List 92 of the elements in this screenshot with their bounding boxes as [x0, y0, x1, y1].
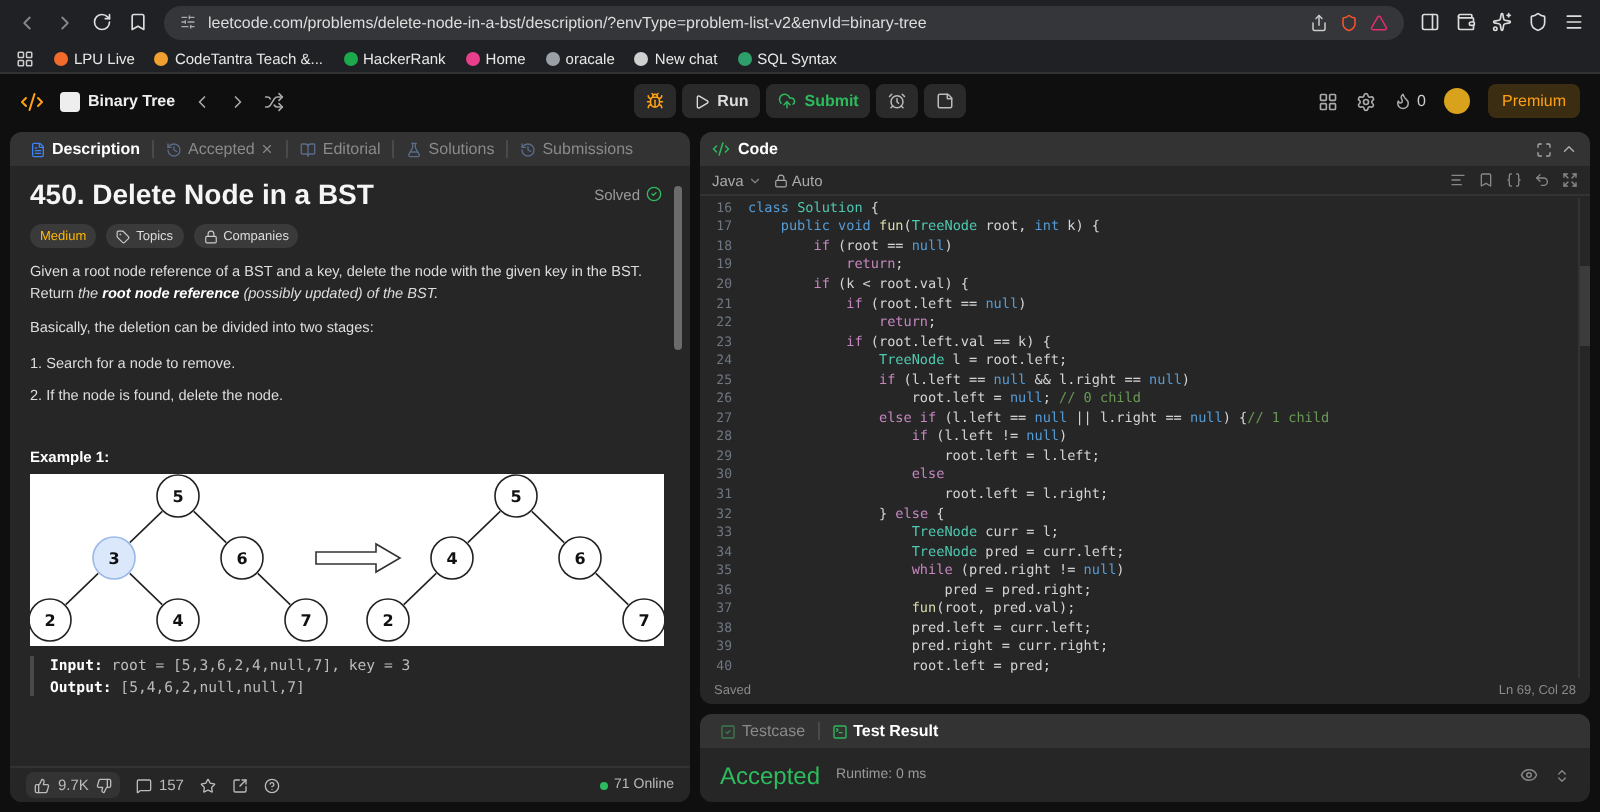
submit-button[interactable]: Submit [766, 84, 871, 118]
flame-icon [1393, 92, 1412, 110]
flask-icon [406, 141, 423, 157]
note-icon [936, 92, 955, 110]
format-icon[interactable] [1450, 172, 1466, 188]
problem-title: 450. Delete Node in a BST [30, 178, 374, 210]
right-arrow [315, 541, 402, 573]
scroll-arrows-icon[interactable] [1554, 767, 1570, 783]
sidebar-icon[interactable] [1420, 12, 1440, 32]
thumbs-down-icon [96, 777, 113, 793]
problem-list-button[interactable]: Binary Tree [60, 91, 176, 111]
history-icon [520, 141, 537, 157]
clock-icon [166, 141, 183, 157]
checkbox-icon [720, 723, 736, 739]
menu-icon[interactable] [1564, 12, 1584, 32]
tree-edge [129, 509, 163, 543]
timer-button[interactable] [876, 84, 919, 118]
panel-title: Code [738, 140, 778, 158]
code-icon [712, 140, 730, 158]
bug-icon [645, 92, 664, 110]
tree-node: 6 [220, 535, 264, 579]
tree-node: 6 [558, 535, 602, 579]
site-settings-icon[interactable] [180, 14, 196, 30]
chevron-up-icon[interactable] [1560, 140, 1578, 158]
reload-icon[interactable] [92, 12, 112, 32]
scrollbar[interactable] [674, 186, 682, 350]
document-icon [30, 141, 46, 157]
shuffle-icon[interactable] [263, 91, 284, 111]
check-circle-icon [646, 186, 662, 202]
panel-tab[interactable]: Editorial [292, 135, 389, 163]
url-text: leetcode.com/problems/delete-node-in-a-bst/description/?envType=problem-list-v2&envId=binary-tree [208, 13, 929, 31]
share-icon[interactable] [231, 777, 248, 793]
star-icon[interactable] [199, 777, 216, 793]
cloud-upload-icon [778, 92, 797, 110]
braces-icon[interactable] [1506, 172, 1522, 188]
tree-edge [531, 509, 565, 543]
tree-node: 2 [366, 597, 410, 641]
close-icon[interactable] [260, 142, 275, 156]
notes-button[interactable] [924, 84, 967, 118]
tree-edge [257, 571, 291, 605]
panel-tab[interactable]: Testcase [712, 717, 814, 745]
panel-tab[interactable]: Description [22, 135, 149, 163]
tree-node: 2 [30, 597, 72, 641]
thumbs-up-icon [34, 777, 50, 793]
play-icon [693, 93, 710, 109]
expand-icon[interactable] [1562, 172, 1578, 188]
triangle-icon[interactable] [1370, 13, 1388, 31]
terminal-icon [831, 723, 848, 739]
help-icon[interactable] [263, 777, 280, 793]
maximize-icon[interactable] [1536, 141, 1552, 157]
alarm-clock-icon [888, 92, 907, 110]
comment-icon [136, 777, 153, 793]
tree-edge [467, 509, 501, 543]
logo-icon[interactable] [20, 89, 44, 113]
panel-tab[interactable]: Submissions [512, 135, 642, 163]
tree-edge [403, 571, 437, 605]
book-icon [300, 141, 317, 157]
address-bar[interactable]: leetcode.com/problems/delete-node-in-a-bst/description/?envType=problem-list-v2&envId=binary-tree [164, 5, 1404, 39]
wallet-icon[interactable] [1456, 12, 1476, 32]
tree-edge [65, 571, 99, 605]
tree-node: 3 [92, 535, 136, 579]
sparkle-icon[interactable] [1492, 12, 1512, 32]
lock-icon [773, 173, 788, 187]
tree-node: 7 [622, 597, 664, 641]
lock-icon [203, 229, 218, 243]
tree-node: 4 [430, 535, 474, 579]
panel-tab[interactable]: Accepted [158, 135, 283, 163]
panel-tab[interactable]: Test Result [823, 717, 947, 745]
eye-icon[interactable] [1520, 766, 1538, 784]
apps-icon[interactable] [16, 49, 34, 67]
avatar[interactable] [1444, 88, 1470, 114]
debug-button[interactable] [633, 84, 676, 118]
settings-icon[interactable] [1355, 91, 1376, 111]
online-dot [600, 781, 609, 789]
chevron-down-icon [747, 173, 762, 187]
scrollbar[interactable] [1580, 266, 1590, 346]
panel-tab[interactable]: Solutions [398, 135, 503, 163]
tree-node: 5 [156, 473, 200, 517]
run-button[interactable]: Run [681, 84, 761, 118]
tree-node: 7 [284, 597, 328, 641]
tree-node: 5 [494, 473, 538, 517]
premium-button[interactable]: Premium [1488, 84, 1581, 118]
tree-edge [129, 571, 163, 605]
tree-edge [595, 571, 629, 605]
streak-counter[interactable]: 0 [1393, 92, 1426, 110]
share-icon[interactable] [1310, 13, 1328, 31]
tree-node: 4 [156, 597, 200, 641]
grid-icon[interactable] [1317, 91, 1338, 111]
tree-edge [193, 509, 227, 543]
tag-icon [116, 229, 131, 243]
undo-icon[interactable] [1534, 172, 1550, 188]
verdict-text: Accepted [720, 761, 821, 789]
